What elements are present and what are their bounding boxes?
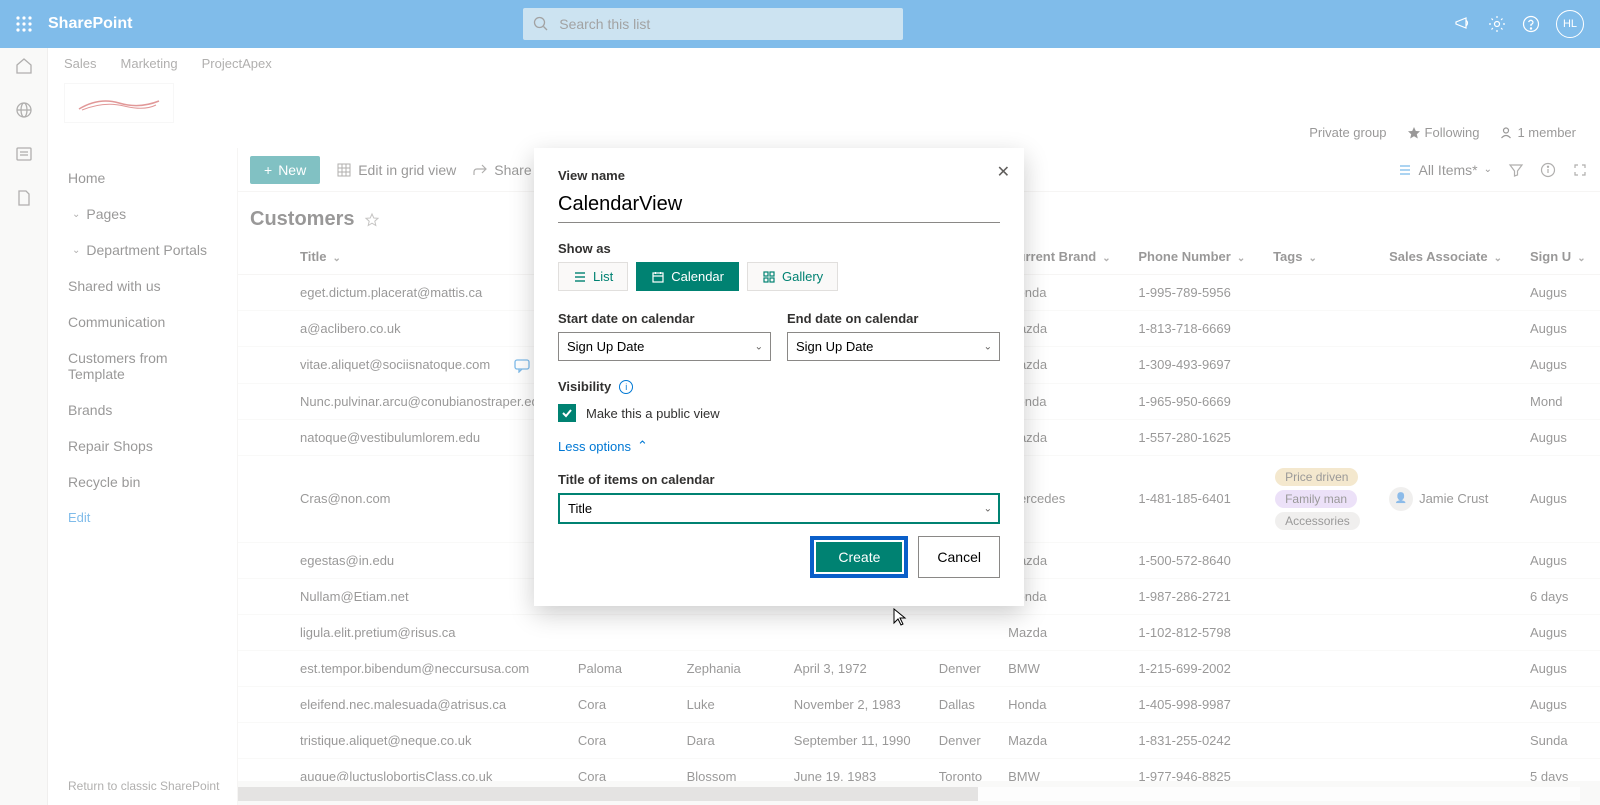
visibility-label: Visibility: [558, 379, 611, 394]
chevron-down-icon: ⌄: [984, 503, 992, 514]
end-date-col: End date on calendar Sign Up Date ⌄: [787, 311, 1000, 361]
public-view-row[interactable]: Make this a public view: [558, 404, 1000, 422]
chevron-down-icon: ⌄: [984, 341, 992, 352]
less-options-toggle[interactable]: Less options ⌃: [558, 438, 1000, 454]
show-as-label: Show as: [558, 241, 1000, 256]
list-label: List: [593, 269, 613, 284]
start-date-col: Start date on calendar Sign Up Date ⌄: [558, 311, 771, 361]
calendar-icon: [651, 270, 665, 284]
title-items-value: Title: [568, 501, 592, 516]
start-date-select[interactable]: Sign Up Date: [558, 332, 771, 361]
show-as-calendar[interactable]: Calendar: [636, 262, 739, 291]
chevron-down-icon: ⌄: [755, 341, 763, 352]
title-items-label: Title of items on calendar: [558, 472, 1000, 487]
date-row: Start date on calendar Sign Up Date ⌄ En…: [558, 311, 1000, 361]
show-as-list[interactable]: List: [558, 262, 628, 291]
show-as-gallery[interactable]: Gallery: [747, 262, 838, 291]
view-name-input[interactable]: [558, 189, 1000, 223]
create-button[interactable]: Create: [816, 542, 902, 572]
less-options-label: Less options: [558, 439, 631, 454]
end-date-value: Sign Up Date: [796, 339, 873, 354]
dialog-actions: Create Cancel: [558, 536, 1000, 578]
title-items-select[interactable]: Title: [558, 493, 1000, 524]
calendar-label: Calendar: [671, 269, 724, 284]
visibility-row: Visibility i: [558, 379, 1000, 394]
end-date-label: End date on calendar: [787, 311, 1000, 326]
show-as-group: List Calendar Gallery: [558, 262, 1000, 291]
close-button[interactable]: ✕: [997, 162, 1010, 182]
start-date-value: Sign Up Date: [567, 339, 644, 354]
list-icon: [573, 270, 587, 284]
create-view-dialog: ✕ View name Show as List Calendar Galler…: [534, 148, 1024, 606]
public-checkbox[interactable]: [558, 404, 576, 422]
cancel-button[interactable]: Cancel: [918, 536, 1000, 578]
gallery-icon: [762, 270, 776, 284]
info-icon[interactable]: i: [619, 380, 633, 394]
gallery-label: Gallery: [782, 269, 823, 284]
chevron-up-icon: ⌃: [637, 438, 648, 454]
end-date-select[interactable]: Sign Up Date: [787, 332, 1000, 361]
start-date-label: Start date on calendar: [558, 311, 771, 326]
check-icon: [561, 407, 573, 419]
view-name-label: View name: [558, 168, 1000, 183]
create-highlight: Create: [810, 536, 908, 578]
public-label: Make this a public view: [586, 406, 720, 421]
